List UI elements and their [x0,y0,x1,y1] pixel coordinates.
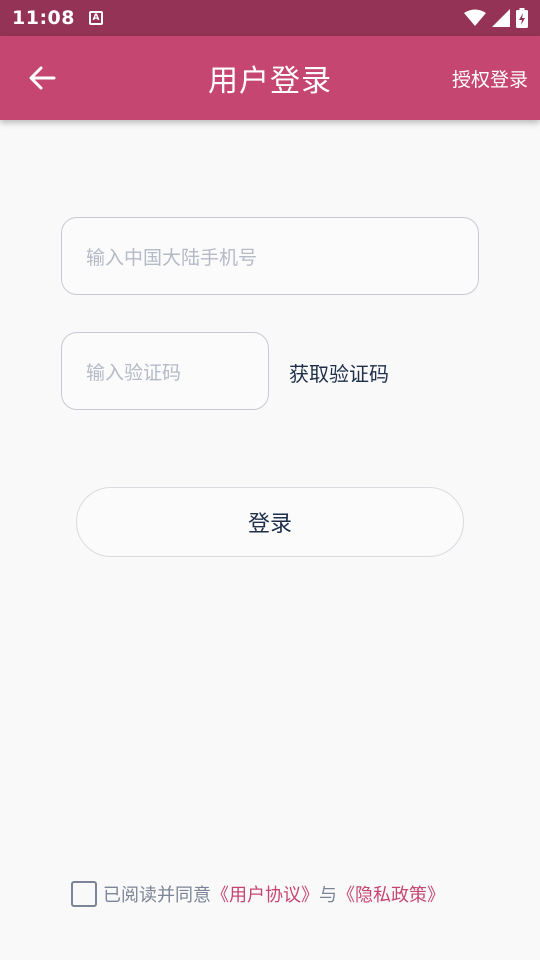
wifi-icon [464,9,486,26]
privacy-policy-link[interactable]: 《隐私政策》 [337,881,445,907]
status-bar: 11:08 A [0,0,540,36]
authorized-login-button[interactable]: 授权登录 [452,36,528,120]
status-time: 11:08 [12,7,75,29]
notification-icon: A [88,11,103,25]
verification-code-input[interactable]: 输入验证码 [61,332,269,410]
status-icons [464,8,528,28]
phone-input[interactable]: 输入中国大陆手机号 [61,217,479,295]
agree-checkbox[interactable] [71,881,97,907]
agreement-conjunction: 与 [319,885,337,906]
login-button[interactable]: 登录 [76,487,464,557]
user-agreement-link[interactable]: 《用户协议》 [211,881,319,907]
battery-charging-icon [516,8,528,28]
get-code-button[interactable]: 获取验证码 [289,354,389,390]
agreement-row: 已阅读并同意 《用户协议》 与 《隐私政策》 [71,880,445,908]
app-bar: 用户登录 授权登录 [0,36,540,120]
phone-placeholder: 输入中国大陆手机号 [86,246,258,269]
signal-icon [492,9,510,27]
agreement-prefix: 已阅读并同意 [103,885,211,906]
code-placeholder: 输入验证码 [86,361,182,384]
